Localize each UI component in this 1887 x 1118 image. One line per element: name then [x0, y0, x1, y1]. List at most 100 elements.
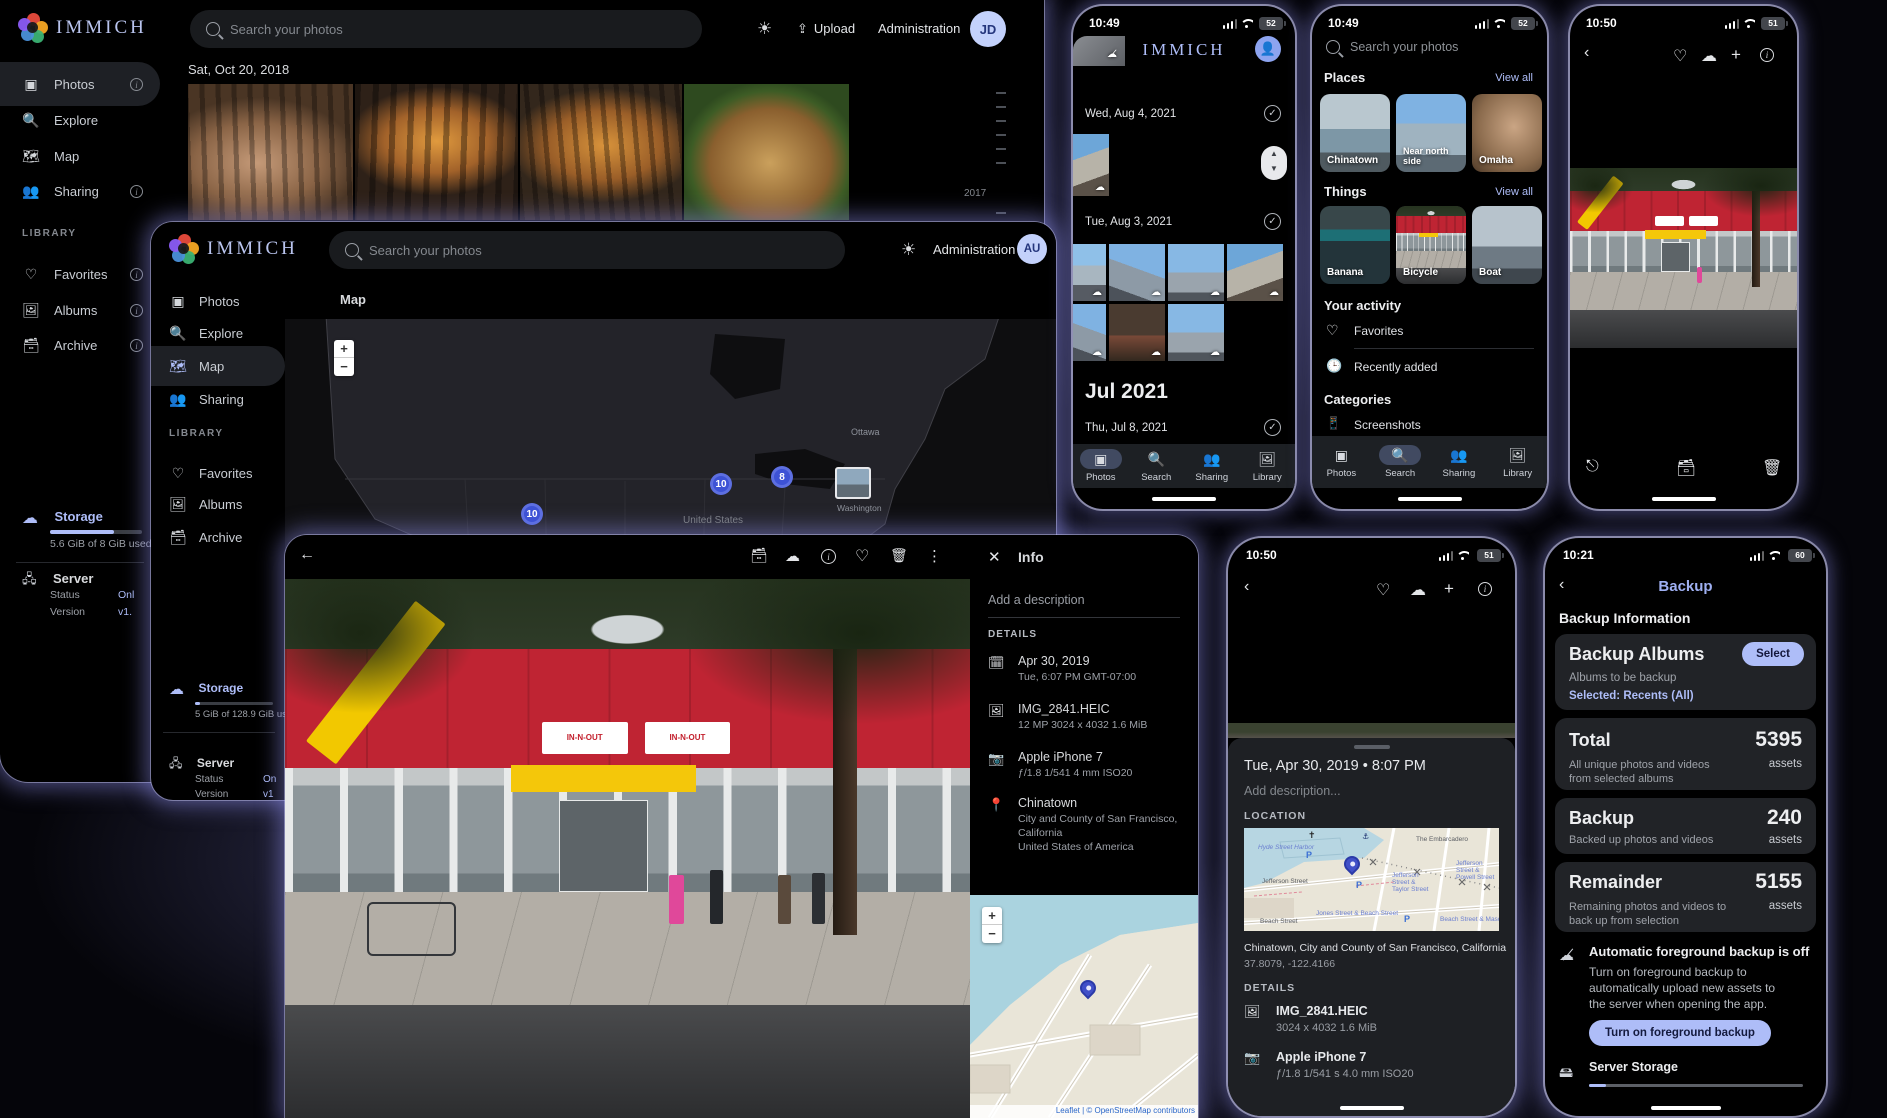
screenshots-item[interactable]: Screenshots: [1354, 418, 1421, 432]
immich-logo[interactable]: IMMICH: [169, 234, 298, 264]
nav-photos[interactable]: ▣Photos: [1312, 445, 1371, 479]
info-icon[interactable]: i: [1760, 48, 1774, 62]
sidebar-item-explore[interactable]: 🔍Explore: [22, 100, 98, 140]
zoom-in-button[interactable]: +: [334, 340, 354, 358]
description-input[interactable]: Add a description: [988, 593, 1085, 607]
photo-thumbnail[interactable]: [684, 84, 849, 220]
zoom-in-button[interactable]: +: [982, 907, 1002, 925]
photo-thumbnail[interactable]: ☁: [1073, 134, 1109, 196]
sidebar-item-favorites[interactable]: ♡Favorites: [22, 254, 107, 294]
cloud-upload-icon[interactable]: ☁: [1701, 46, 1717, 66]
theme-toggle-icon[interactable]: ☀: [757, 19, 772, 39]
nav-library[interactable]: 🖼Library: [1240, 449, 1296, 483]
photo-in-n-out[interactable]: [1570, 168, 1797, 348]
archive-icon[interactable]: 🗃: [750, 547, 768, 564]
sidebar-item-albums[interactable]: 🖼Albums: [22, 290, 97, 330]
photo-thumbnail[interactable]: ☁: [1109, 304, 1165, 361]
sidebar-item-archive[interactable]: 🗃Archive: [22, 325, 97, 365]
photo-thumbnail[interactable]: [188, 84, 353, 220]
close-icon[interactable]: ✕: [988, 548, 1001, 566]
info-minimap[interactable]: + − Leaflet | © OpenStreetMap contributo…: [970, 895, 1198, 1118]
zoom-out-button[interactable]: −: [982, 925, 1002, 943]
photo-thumbnail[interactable]: ☁: [1227, 244, 1283, 301]
info-icon[interactable]: i: [821, 549, 836, 564]
thing-card[interactable]: Boat: [1472, 206, 1542, 284]
back-arrow-icon[interactable]: ←: [299, 546, 315, 564]
nav-search[interactable]: 🔍Search: [1371, 445, 1430, 479]
info-icon[interactable]: i: [1478, 582, 1492, 596]
sidebar-item-sharing[interactable]: 👥Sharing: [169, 380, 244, 418]
sidebar-item-photos[interactable]: ▣Photos: [22, 64, 94, 104]
sidebar-item-map[interactable]: 🗺Map: [22, 136, 79, 176]
place-card[interactable]: Near north side: [1396, 94, 1466, 172]
info-circle-icon[interactable]: i: [130, 339, 143, 352]
select-button[interactable]: Select: [1742, 642, 1804, 666]
select-check-icon[interactable]: ✓: [1264, 105, 1281, 122]
photo-thumbnail[interactable]: ☁: [1109, 244, 1165, 301]
nav-sharing[interactable]: 👥Sharing: [1430, 445, 1489, 479]
nav-library[interactable]: 🖼Library: [1488, 445, 1547, 479]
theme-toggle-icon[interactable]: ☀: [901, 240, 916, 260]
place-card[interactable]: Chinatown: [1320, 94, 1390, 172]
map-photo-marker[interactable]: [835, 467, 871, 499]
share-icon[interactable]: ⎋: [1586, 458, 1599, 476]
info-circle-icon[interactable]: i: [130, 78, 143, 91]
photo-thumbnail[interactable]: ☁: [1073, 244, 1106, 301]
nav-photos[interactable]: ▣Photos: [1073, 449, 1129, 483]
select-check-icon[interactable]: ✓: [1264, 419, 1281, 436]
user-avatar[interactable]: JD: [970, 11, 1006, 47]
user-avatar[interactable]: AU: [1017, 234, 1047, 264]
nav-sharing[interactable]: 👥Sharing: [1184, 449, 1240, 483]
thing-card[interactable]: Banana: [1320, 206, 1390, 284]
administration-button[interactable]: Administration: [933, 242, 1015, 257]
photo-thumbnail[interactable]: ☁: [1168, 244, 1224, 301]
trash-icon[interactable]: 🗑: [1762, 458, 1782, 478]
photo-in-n-out[interactable]: IN-N-OUT IN-N-OUT: [285, 579, 970, 1118]
photo-sliver[interactable]: [1228, 723, 1515, 738]
plus-icon[interactable]: +: [1731, 45, 1741, 65]
info-circle-icon[interactable]: i: [130, 185, 143, 198]
description-input[interactable]: Add description...: [1244, 784, 1341, 798]
minimap-zoom-control[interactable]: + −: [982, 907, 1002, 943]
back-chevron-icon[interactable]: ‹: [1584, 44, 1589, 62]
turn-on-backup-button[interactable]: Turn on foreground backup: [1589, 1020, 1771, 1046]
heart-icon[interactable]: ♡: [1673, 46, 1687, 66]
map-cluster-marker[interactable]: 10: [521, 503, 543, 525]
plus-icon[interactable]: +: [1444, 579, 1454, 599]
cloud-download-icon[interactable]: ☁: [785, 547, 800, 565]
immich-logo[interactable]: IMMICH: [18, 13, 147, 43]
trash-icon[interactable]: 🗑: [890, 547, 908, 564]
sidebar-item-sharing[interactable]: 👥Sharing: [22, 171, 99, 211]
sidebar-item-archive[interactable]: 🗃Archive: [169, 518, 242, 556]
timeline-scrubber-handle[interactable]: ▲▼: [1261, 146, 1287, 180]
thing-card[interactable]: Bicycle: [1396, 206, 1466, 284]
photo-thumbnail[interactable]: [355, 84, 518, 220]
nav-search[interactable]: 🔍Search: [1129, 449, 1185, 483]
cloud-upload-icon[interactable]: ☁: [1410, 580, 1426, 600]
place-card[interactable]: Omaha: [1472, 94, 1542, 172]
profile-avatar-icon[interactable]: 👤: [1255, 36, 1281, 62]
photo-thumbnail[interactable]: ☁̸: [1073, 36, 1125, 66]
map-attribution[interactable]: Leaflet | © OpenStreetMap contributors: [1056, 1106, 1195, 1115]
location-map[interactable]: ✝⚓ P P P Hyde Street Harbor The Embarcad…: [1244, 828, 1499, 931]
select-check-icon[interactable]: ✓: [1264, 213, 1281, 230]
places-view-all[interactable]: View all: [1495, 72, 1533, 84]
search-input[interactable]: Search your photos: [190, 10, 702, 48]
recently-added-item[interactable]: Recently added: [1354, 360, 1437, 374]
photo-thumbnail[interactable]: [520, 84, 682, 220]
search-input[interactable]: Search your photos: [1326, 40, 1458, 54]
map-zoom-control[interactable]: + −: [334, 340, 354, 376]
heart-icon[interactable]: ♡: [855, 546, 869, 566]
back-chevron-icon[interactable]: ‹: [1559, 576, 1564, 594]
upload-button[interactable]: ⇪Upload: [797, 21, 855, 37]
heart-icon[interactable]: ♡: [1376, 580, 1390, 600]
photo-thumbnail[interactable]: ☁: [1168, 304, 1224, 361]
administration-button[interactable]: Administration: [878, 21, 960, 36]
favorites-item[interactable]: Favorites: [1354, 324, 1403, 338]
info-circle-icon[interactable]: i: [130, 304, 143, 317]
kebab-menu-icon[interactable]: ⋮: [927, 547, 942, 565]
zoom-out-button[interactable]: −: [334, 358, 354, 376]
things-view-all[interactable]: View all: [1495, 186, 1533, 198]
back-chevron-icon[interactable]: ‹: [1244, 578, 1249, 596]
photo-thumbnail[interactable]: ☁: [1073, 304, 1106, 361]
